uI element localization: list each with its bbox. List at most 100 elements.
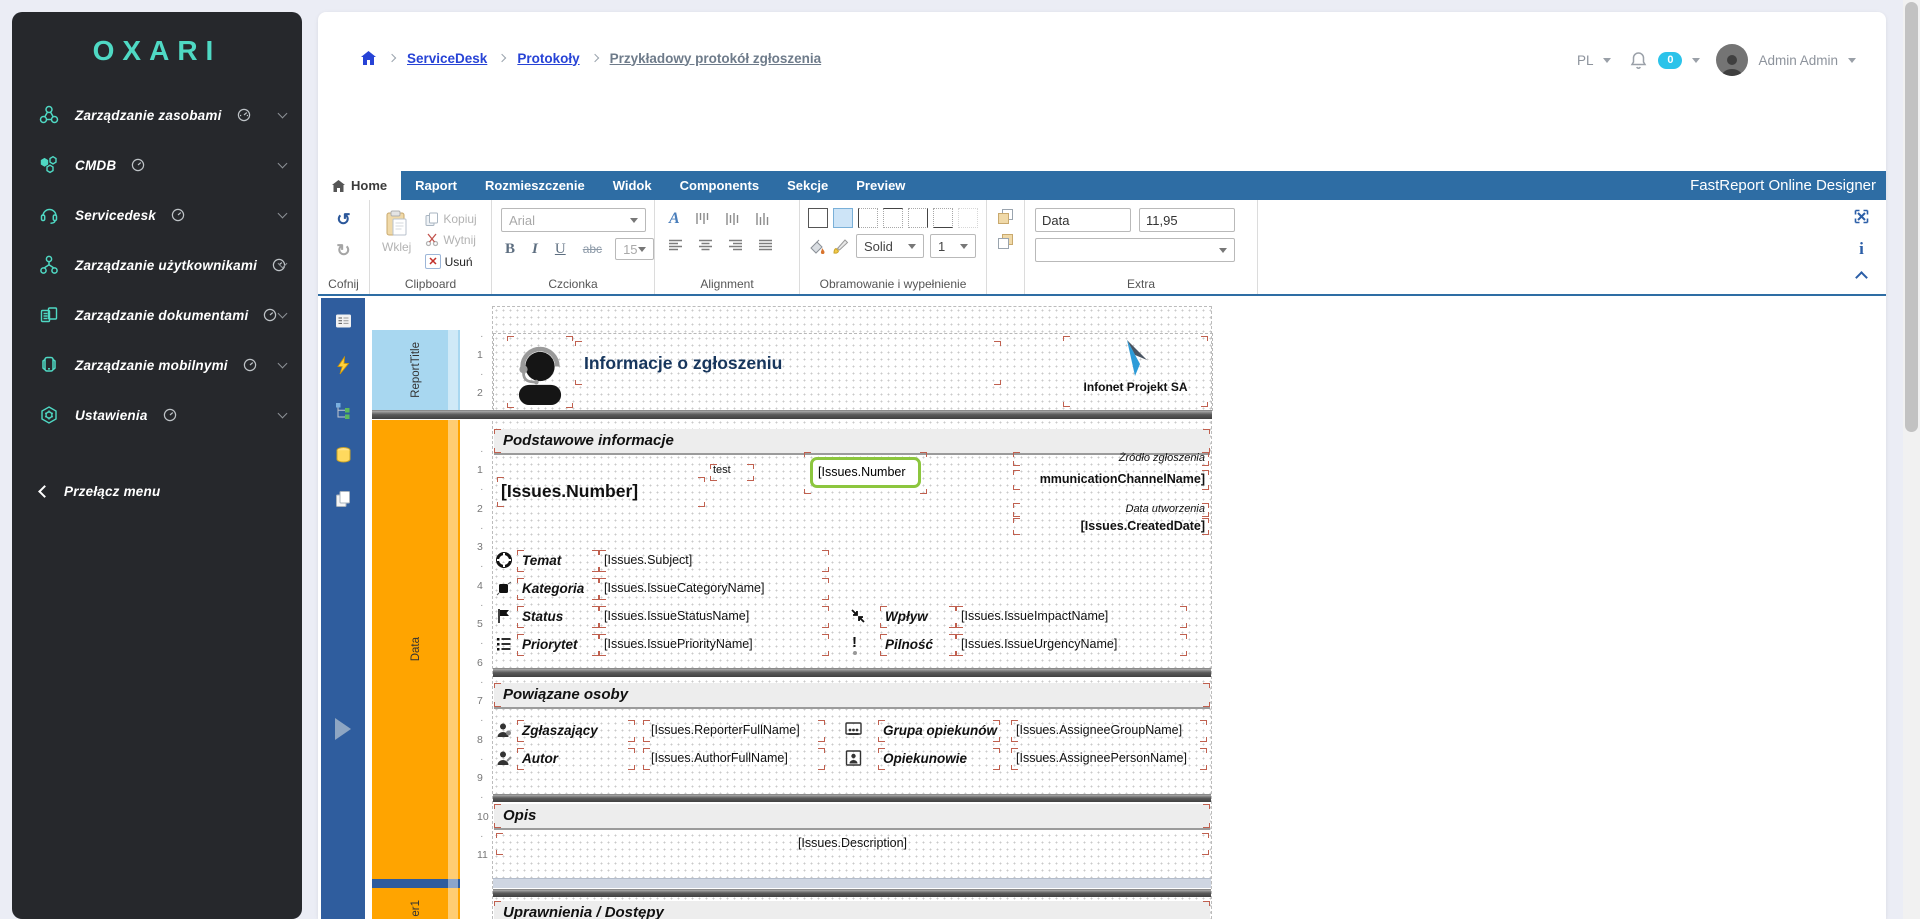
align-center-icon[interactable]: [695, 236, 717, 254]
page-scrollbar[interactable]: [1903, 0, 1920, 919]
row-label[interactable]: Status: [517, 606, 599, 628]
data-source-icon[interactable]: [334, 446, 353, 464]
band-label-data[interactable]: Data: [372, 420, 460, 879]
home-icon[interactable]: [360, 50, 377, 66]
border-all-button[interactable]: [808, 208, 828, 228]
row-value2[interactable]: [Issues.AssigneeGroupName]: [1011, 720, 1207, 742]
run-report-icon[interactable]: [335, 718, 351, 740]
report-logo-image[interactable]: [507, 336, 573, 408]
strikethrough-button[interactable]: abc: [579, 240, 606, 258]
tab-preview[interactable]: Preview: [842, 171, 919, 200]
delete-button[interactable]: ✕ Usuń: [421, 252, 480, 271]
field-description[interactable]: [Issues.Description]: [496, 833, 1209, 855]
tab-rozmieszczenie[interactable]: Rozmieszczenie: [471, 171, 599, 200]
events-icon[interactable]: [334, 356, 352, 375]
border-right-button[interactable]: [908, 208, 928, 228]
border-paint-button[interactable]: [958, 208, 978, 228]
row-value[interactable]: [Issues.Subject]: [599, 550, 829, 572]
company-logo-box[interactable]: Infonet Projekt SA: [1063, 336, 1208, 407]
border-none-button[interactable]: [833, 208, 853, 228]
sidebar-item-users[interactable]: Zarządzanie użytkownikami: [12, 240, 302, 290]
text-color-button[interactable]: A: [665, 208, 684, 230]
report-page[interactable]: Informacje o zgłoszeniu Infonet Projekt …: [492, 306, 1212, 919]
align-bottom-icon[interactable]: [752, 210, 774, 228]
section-people[interactable]: Powiązane osoby: [494, 683, 1210, 709]
notification-badge[interactable]: 0: [1658, 52, 1682, 69]
undo-button[interactable]: ↺: [332, 208, 354, 232]
field-created-label[interactable]: Data utworzenia: [1013, 503, 1209, 517]
row-value[interactable]: [Issues.ReporterFullName]: [643, 720, 825, 742]
border-width-select[interactable]: 1: [930, 234, 976, 258]
row-value2[interactable]: [Issues.IssueUrgencyName]: [956, 634, 1187, 656]
scrollbar-thumb[interactable]: [1905, 2, 1918, 432]
italic-button[interactable]: I: [528, 239, 542, 260]
row-label2[interactable]: Wpływ: [880, 606, 956, 628]
band-label-partial[interactable]: er1: [372, 888, 460, 919]
align-justify-icon[interactable]: [755, 236, 777, 254]
row-value2[interactable]: [Issues.IssueImpactName]: [956, 606, 1187, 628]
report-title-text[interactable]: Informacje o zgłoszeniu: [575, 341, 1001, 385]
band-name-input[interactable]: [1035, 208, 1131, 232]
tab-components[interactable]: Components: [666, 171, 773, 200]
pages-icon[interactable]: [334, 490, 352, 508]
row-label[interactable]: Zgłaszający: [517, 720, 635, 742]
band-label-reporttitle[interactable]: ReportTitle: [372, 330, 460, 410]
tab-raport[interactable]: Raport: [401, 171, 471, 200]
breadcrumb-link-servicedesk[interactable]: ServiceDesk: [407, 51, 487, 66]
extra-select[interactable]: [1035, 238, 1235, 262]
tab-home[interactable]: Home: [318, 171, 401, 200]
sidebar-toggle-menu[interactable]: Przełącz menu: [12, 466, 302, 516]
collapse-toolbar-icon[interactable]: [1855, 271, 1868, 284]
language-selector[interactable]: PL: [1577, 53, 1594, 68]
info-icon[interactable]: i: [1859, 239, 1864, 259]
field-created-value[interactable]: [Issues.CreatedDate]: [1013, 518, 1209, 535]
align-left-icon[interactable]: [665, 236, 687, 254]
fullscreen-icon[interactable]: [1853, 208, 1870, 225]
border-top-button[interactable]: [883, 208, 903, 228]
user-name[interactable]: Admin Admin: [1758, 53, 1838, 68]
row-label2[interactable]: Grupa opiekunów: [878, 720, 1000, 742]
row-label[interactable]: Temat: [517, 550, 599, 572]
field-test[interactable]: test: [710, 464, 754, 481]
sidebar-item-cmdb[interactable]: CMDB: [12, 140, 302, 190]
border-bottom-button[interactable]: [933, 208, 953, 228]
section-description[interactable]: Opis: [494, 804, 1210, 830]
tab-widok[interactable]: Widok: [599, 171, 666, 200]
row-label[interactable]: Autor: [517, 748, 635, 770]
row-value[interactable]: [Issues.IssueCategoryName]: [599, 578, 829, 600]
tab-sekcje[interactable]: Sekcje: [773, 171, 842, 200]
font-size-select[interactable]: 15: [615, 238, 653, 260]
border-left-button[interactable]: [858, 208, 878, 228]
paste-button[interactable]: Wklej: [378, 208, 415, 271]
sidebar-item-settings[interactable]: Ustawienia: [12, 390, 302, 440]
report-tree-icon[interactable]: [334, 401, 352, 420]
band-height-input[interactable]: [1139, 208, 1235, 232]
breadcrumb-link-protokoly[interactable]: Protokoły: [517, 51, 579, 66]
row-value2[interactable]: [Issues.AssigneePersonName]: [1011, 748, 1207, 770]
align-middle-icon[interactable]: [722, 210, 744, 228]
redo-button[interactable]: ↻: [332, 239, 354, 263]
sidebar-item-assets[interactable]: Zarządzanie zasobami: [12, 90, 302, 140]
font-family-select[interactable]: Arial: [501, 208, 646, 232]
cut-button[interactable]: Wytnij: [421, 231, 480, 249]
copy-button[interactable]: Kopiuj: [421, 210, 480, 228]
sidebar-item-documents[interactable]: Zarządzanie dokumentami: [12, 290, 302, 340]
row-value[interactable]: [Issues.AuthorFullName]: [643, 748, 825, 770]
row-label2[interactable]: Pilność: [880, 634, 956, 656]
border-style-select[interactable]: Solid: [856, 234, 924, 258]
align-right-icon[interactable]: [725, 236, 747, 254]
sidebar-item-mobile[interactable]: Zarządzanie mobilnymi: [12, 340, 302, 390]
field-issues-number-big[interactable]: [Issues.Number]: [497, 477, 705, 507]
fill-bucket-icon[interactable]: [808, 238, 826, 255]
section-permissions[interactable]: Uprawnienia / Dostępy: [494, 901, 1210, 919]
align-top-icon[interactable]: [692, 210, 714, 228]
row-value[interactable]: [Issues.IssuePriorityName]: [599, 634, 829, 656]
field-source-label[interactable]: Źródło zgłoszenia: [1013, 452, 1209, 466]
row-label[interactable]: Priorytet: [517, 634, 599, 656]
sidebar-item-servicedesk[interactable]: Servicedesk: [12, 190, 302, 240]
send-to-back-icon[interactable]: [997, 233, 1014, 250]
bell-icon[interactable]: [1629, 50, 1648, 70]
brush-icon[interactable]: [832, 238, 850, 255]
field-issues-number-selected[interactable]: [Issues.Number: [810, 457, 921, 488]
bold-button[interactable]: B: [501, 239, 519, 260]
